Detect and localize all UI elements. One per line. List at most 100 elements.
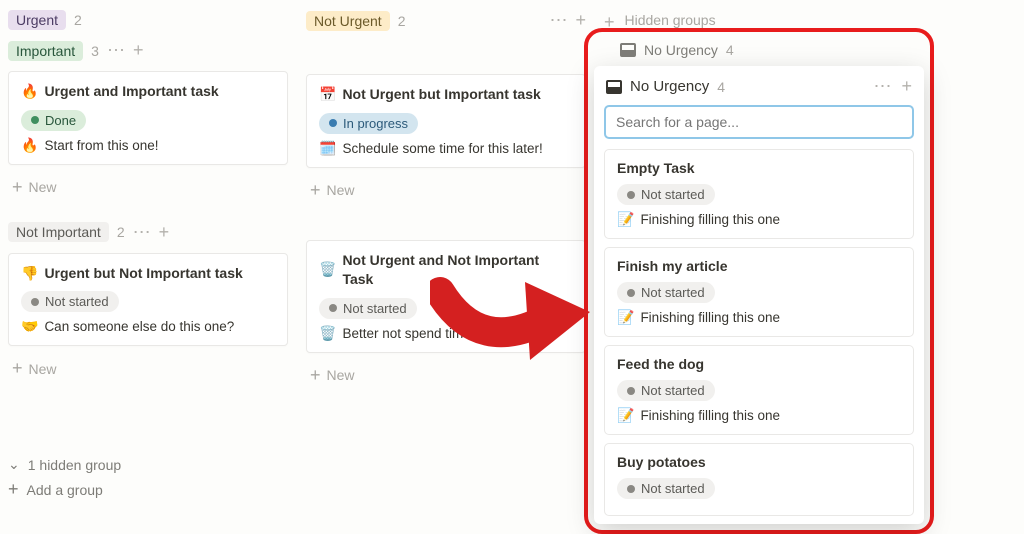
row-count: 2: [117, 224, 125, 240]
card-title-text: Urgent but Not Important task: [44, 264, 242, 284]
hidden-group-toggle[interactable]: ⌄ 1 hidden group: [8, 456, 121, 473]
task-card[interactable]: 📅 Not Urgent but Important task In progr…: [306, 74, 586, 168]
new-task-button[interactable]: +New: [306, 174, 586, 207]
plus-icon: +: [8, 479, 19, 500]
row-count: 3: [91, 43, 99, 59]
card-title: 🔥 Urgent and Important task: [21, 82, 275, 102]
status-badge: Not started: [617, 478, 715, 499]
row-header-important: Important 3 +: [8, 40, 288, 61]
task-card[interactable]: 🔥 Urgent and Important task Done 🔥 Start…: [8, 71, 288, 165]
new-task-button[interactable]: +New: [306, 359, 586, 392]
inbox-icon: [606, 80, 622, 94]
status-badge: Not started: [21, 291, 119, 312]
memo-icon: 📝: [617, 309, 634, 326]
inbox-icon: [620, 43, 636, 57]
hidden-groups-label: Hidden groups: [625, 12, 716, 28]
more-icon[interactable]: [873, 76, 891, 97]
column-urgent: Urgent 2 Important 3 + 🔥 Urgent and Impo…: [8, 10, 288, 392]
add-icon[interactable]: +: [133, 40, 144, 61]
panel-header: No Urgency 4 +: [594, 66, 924, 105]
importance-tag-not-important[interactable]: Not Important: [8, 222, 109, 242]
card-description: 📝Finishing filling this one: [617, 407, 901, 424]
card-title-text: Finish my article: [617, 258, 901, 274]
plus-icon: +: [12, 177, 23, 198]
task-card[interactable]: 👎 Urgent but Not Important task Not star…: [8, 253, 288, 347]
status-dot: [627, 191, 635, 199]
calendar-icon: 📅: [319, 85, 336, 105]
plus-icon: +: [310, 365, 321, 386]
dropdown-panel: No Urgency 4 + Empty Task Not started 📝F…: [594, 66, 924, 524]
highlight-border: No Urgency 4 No Urgency 4 + Empty Task N…: [584, 28, 934, 534]
card-description: 🤝 Can someone else do this one?: [21, 318, 275, 335]
column-header-urgent: Urgent 2: [8, 10, 288, 30]
card-title-text: Feed the dog: [617, 356, 901, 372]
card-title: 📅 Not Urgent but Important task: [319, 85, 573, 105]
status-badge: Not started: [617, 380, 715, 401]
trash-icon: 🗑️: [319, 260, 336, 280]
board-footer: ⌄ 1 hidden group + Add a group: [8, 450, 121, 500]
urgency-tag-urgent[interactable]: Urgent: [8, 10, 66, 30]
ghost-column-header: No Urgency 4: [594, 38, 924, 66]
add-group-button[interactable]: + Add a group: [8, 479, 121, 500]
status-dot: [627, 387, 635, 395]
add-icon[interactable]: +: [901, 76, 912, 97]
task-card[interactable]: Feed the dog Not started 📝Finishing fill…: [604, 345, 914, 435]
status-badge: Not started: [617, 184, 715, 205]
column-count: 2: [398, 13, 406, 29]
card-title-text: Not Urgent but Important task: [342, 85, 540, 105]
task-card[interactable]: Empty Task Not started 📝Finishing fillin…: [604, 149, 914, 239]
status-dot: [627, 289, 635, 297]
column-count: 2: [74, 12, 82, 28]
status-badge: Not started: [319, 298, 417, 319]
plus-icon: +: [310, 180, 321, 201]
status-badge: In progress: [319, 113, 418, 134]
ghost-count: 4: [726, 42, 734, 58]
new-task-button[interactable]: +New: [8, 171, 288, 204]
panel-title: No Urgency: [630, 78, 709, 95]
importance-tag-important[interactable]: Important: [8, 41, 83, 61]
trash-icon: 🗑️: [319, 325, 336, 342]
thumbs-down-icon: 👎: [21, 264, 38, 284]
column-header-not-urgent: Not Urgent 2 +: [306, 10, 586, 31]
new-task-button[interactable]: +New: [8, 352, 288, 385]
card-title: 👎 Urgent but Not Important task: [21, 264, 275, 284]
fire-icon: 🔥: [21, 137, 38, 154]
card-description: 🗑️ Better not spend time on: [319, 325, 573, 342]
status-badge: Done: [21, 110, 86, 131]
card-description: 🗓️ Schedule some time for this later!: [319, 140, 573, 157]
card-title-text: Urgent and Important task: [44, 82, 218, 102]
more-icon[interactable]: [107, 40, 125, 61]
column-not-urgent: Not Urgent 2 + 📅 Not Urgent but Importan…: [306, 10, 586, 392]
more-icon[interactable]: [549, 10, 567, 31]
card-description: 📝Finishing filling this one: [617, 309, 901, 326]
no-urgency-popup: No Urgency 4 No Urgency 4 + Empty Task N…: [584, 28, 934, 534]
handshake-icon: 🤝: [21, 318, 38, 335]
status-dot: [329, 119, 337, 127]
card-description: 🔥 Start from this one!: [21, 137, 275, 154]
card-title-text: Not Urgent and Not Important Task: [342, 251, 573, 290]
status-dot: [627, 485, 635, 493]
card-title-text: Buy potatoes: [617, 454, 901, 470]
search-input[interactable]: [604, 105, 914, 139]
fire-icon: 🔥: [21, 82, 38, 102]
panel-count: 4: [717, 79, 725, 95]
add-icon[interactable]: +: [159, 222, 170, 243]
memo-icon: 📝: [617, 407, 634, 424]
schedule-icon: 🗓️: [319, 140, 336, 157]
task-card[interactable]: 🗑️ Not Urgent and Not Important Task Not…: [306, 240, 586, 353]
status-dot: [31, 116, 39, 124]
status-badge: Not started: [617, 282, 715, 303]
ghost-title: No Urgency: [644, 42, 718, 58]
row-header-not-important: Not Important 2 +: [8, 222, 288, 243]
task-card[interactable]: Buy potatoes Not started: [604, 443, 914, 516]
card-title: 🗑️ Not Urgent and Not Important Task: [319, 251, 573, 290]
chevron-down-icon: ⌄: [8, 456, 20, 473]
memo-icon: 📝: [617, 211, 634, 228]
more-icon[interactable]: [133, 222, 151, 243]
task-card[interactable]: Finish my article Not started 📝Finishing…: [604, 247, 914, 337]
card-description: 📝Finishing filling this one: [617, 211, 901, 228]
urgency-tag-not-urgent[interactable]: Not Urgent: [306, 11, 390, 31]
card-title-text: Empty Task: [617, 160, 901, 176]
plus-icon: +: [12, 358, 23, 379]
status-dot: [31, 298, 39, 306]
